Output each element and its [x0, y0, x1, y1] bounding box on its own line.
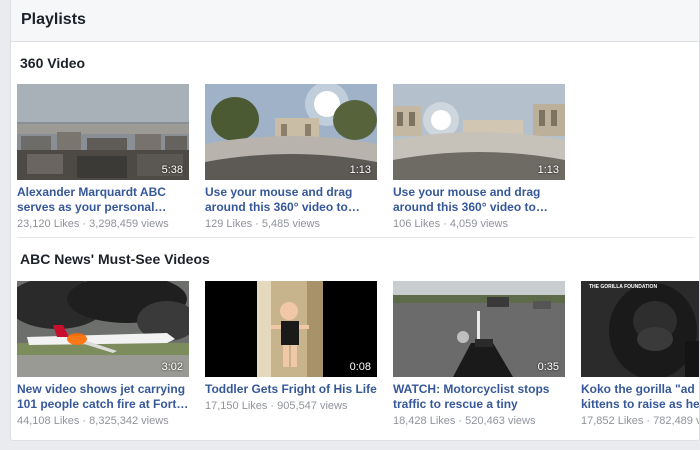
page-title: Playlists	[21, 11, 86, 28]
video-duration: 0:35	[537, 361, 559, 373]
gorilla-thumbnail	[581, 281, 699, 377]
video-thumbnail[interactable]: 1:13	[393, 84, 565, 180]
video-title[interactable]: WATCH: Motorcyclist stops traffic to res…	[393, 382, 565, 412]
video-duration: 3:02	[161, 361, 183, 373]
video-duration: 5:38	[161, 164, 183, 176]
video-duration: 1:13	[349, 164, 371, 176]
video-card[interactable]: 5:38 Alexander Marquardt ABC serves as y…	[17, 84, 189, 230]
video-stats: 18,428 Likes · 520,463 views	[393, 415, 536, 427]
section-title-360-video[interactable]: 360 Video	[20, 55, 85, 71]
video-stats: 44,108 Likes · 8,325,342 views	[17, 415, 169, 427]
video-duration: 1:13	[537, 164, 559, 176]
video-card[interactable]: 1:13 Use your mouse and drag around this…	[205, 84, 377, 230]
video-thumbnail[interactable]: 0:08	[205, 281, 377, 377]
video-stats: 106 Likes · 4,059 views	[393, 218, 508, 230]
video-card[interactable]: 0:08 Toddler Gets Fright of His Life 17,…	[205, 281, 377, 412]
video-stats: 17,852 Likes · 782,489 vie	[581, 415, 700, 427]
playlists-panel: Playlists 360 Video 5:38 Alexander Marqu…	[10, 0, 700, 441]
section-divider	[17, 237, 695, 238]
video-title[interactable]: Use your mouse and drag around this 360°…	[205, 185, 377, 215]
video-title[interactable]: New video shows jet carrying 101 people …	[17, 382, 189, 412]
video-thumbnail[interactable]: 1:13	[205, 84, 377, 180]
video-stats: 23,120 Likes · 3,298,459 views	[17, 218, 169, 230]
video-card[interactable]: 1:13 Use your mouse and drag around this…	[393, 84, 565, 230]
video-thumbnail[interactable]: 0:35	[393, 281, 565, 377]
video-card[interactable]: 3:02 New video shows jet carrying 101 pe…	[17, 281, 189, 427]
video-title[interactable]: Use your mouse and drag around this 360°…	[393, 185, 565, 215]
video-thumbnail[interactable]: THE GORILLA FOUNDATION	[581, 281, 699, 377]
panel-header: Playlists	[11, 0, 699, 42]
thumbnail-watermark: THE GORILLA FOUNDATION	[589, 284, 658, 290]
video-title[interactable]: Koko the gorilla "ad kittens to raise as…	[581, 382, 699, 412]
video-thumbnail[interactable]: 5:38	[17, 84, 189, 180]
video-card[interactable]: 0:35 WATCH: Motorcyclist stops traffic t…	[393, 281, 565, 427]
section-title-abc-news[interactable]: ABC News' Must-See Videos	[20, 251, 210, 267]
video-stats: 17,150 Likes · 905,547 views	[205, 400, 348, 412]
video-title[interactable]: Toddler Gets Fright of His Life	[205, 382, 377, 397]
video-thumbnail[interactable]: 3:02	[17, 281, 189, 377]
video-stats: 129 Likes · 5,485 views	[205, 218, 320, 230]
video-card[interactable]: THE GORILLA FOUNDATION Koko the gorilla …	[581, 281, 700, 427]
video-duration: 0:08	[349, 361, 371, 373]
video-title[interactable]: Alexander Marquardt ABC serves as your p…	[17, 185, 189, 215]
